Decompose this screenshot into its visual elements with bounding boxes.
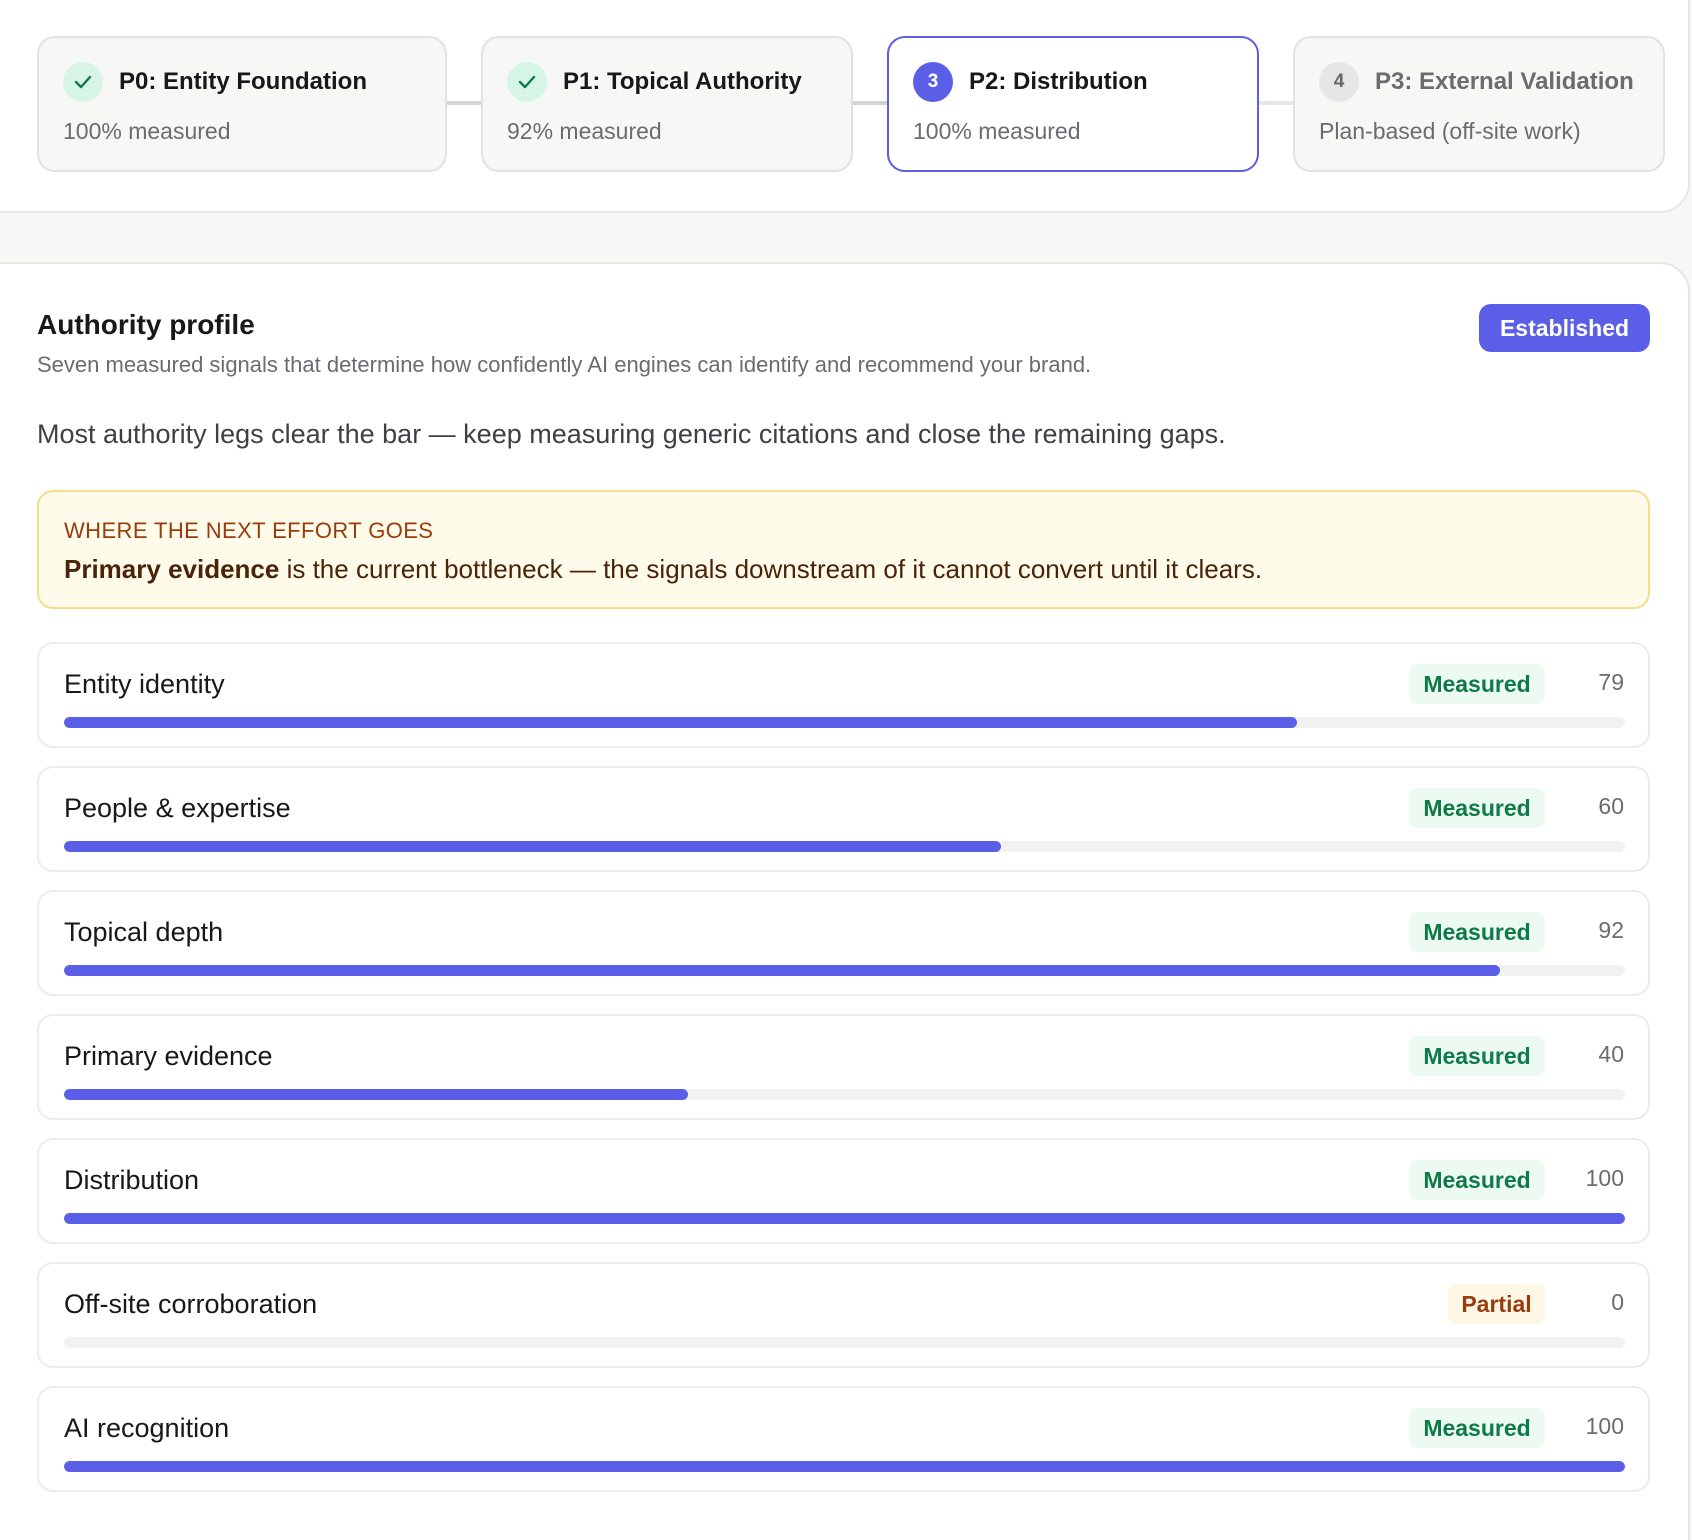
signal-row: Distribution Measured 100 [37,1138,1650,1244]
signal-progress-fill [64,841,1001,852]
signal-status-badge: Measured [1409,1036,1545,1076]
profile-summary: Most authority legs clear the bar — keep… [37,419,1226,449]
step-number-badge: 4 [1319,62,1359,102]
signal-progress-track [64,1461,1625,1472]
phase-connector [853,101,887,105]
phase-step-p0[interactable]: P0: Entity Foundation 100% measured [37,36,447,172]
section-description: Seven measured signals that determine ho… [37,352,1092,377]
signal-status-badge: Measured [1409,1408,1545,1448]
status-badge: Established [1479,304,1650,352]
phase-title: P1: Topical Authority [563,68,802,95]
phase-step-p2[interactable]: 3 P2: Distribution 100% measured [887,36,1259,172]
signal-score: 92 [1598,917,1624,943]
signal-name: Topical depth [64,917,224,947]
phase-subtitle: 100% measured [913,118,1081,144]
signal-status-badge: Measured [1409,912,1545,952]
signal-row: People & expertise Measured 60 [37,766,1650,872]
phase-step-p1[interactable]: P1: Topical Authority 92% measured [481,36,853,172]
section-title: Authority profile [37,309,255,340]
signal-status-badge: Partial [1448,1284,1545,1324]
signal-progress-track [64,1213,1625,1224]
signal-row: Entity identity Measured 79 [37,642,1650,748]
phase-connector [447,101,481,105]
check-icon [507,62,547,102]
signal-score: 60 [1598,793,1624,819]
signal-score: 100 [1585,1413,1624,1439]
signal-row: AI recognition Measured 100 [37,1386,1650,1492]
phase-title: P0: Entity Foundation [119,68,367,95]
signal-score: 79 [1598,669,1624,695]
signal-progress-fill [64,1213,1625,1224]
signal-name: Primary evidence [64,1041,273,1071]
callout-label: WHERE THE NEXT EFFORT GOES [64,518,434,543]
signal-progress-fill [64,965,1501,976]
signal-progress-track [64,717,1625,728]
signal-row: Topical depth Measured 92 [37,890,1650,996]
signal-progress-track [64,1337,1625,1348]
signal-status-badge: Measured [1409,1160,1545,1200]
signal-row: Off-site corroboration Partial 0 [37,1262,1650,1368]
signal-score: 0 [1611,1289,1624,1315]
signal-score: 40 [1598,1041,1624,1067]
phase-subtitle: Plan-based (off-site work) [1319,118,1581,144]
next-effort-callout: WHERE THE NEXT EFFORT GOES Primary evide… [37,490,1650,609]
phase-subtitle: 100% measured [63,118,231,144]
phase-subtitle: 92% measured [507,118,662,144]
signal-progress-track [64,965,1625,976]
signal-progress-track [64,841,1625,852]
signal-progress-track [64,1089,1625,1100]
signal-row: Primary evidence Measured 40 [37,1014,1650,1120]
step-number-badge: 3 [913,62,953,102]
signal-score: 100 [1585,1165,1624,1191]
signal-name: People & expertise [64,793,291,823]
signal-progress-fill [64,717,1298,728]
check-icon [63,62,103,102]
phase-title: P2: Distribution [969,68,1148,95]
phase-connector [1259,101,1293,105]
signal-name: AI recognition [64,1413,230,1443]
signal-name: Distribution [64,1165,200,1195]
phase-step-p3[interactable]: 4 P3: External Validation Plan-based (of… [1293,36,1665,172]
signal-progress-fill [64,1461,1625,1472]
signal-status-badge: Measured [1409,788,1545,828]
phase-title: P3: External Validation [1375,68,1634,95]
signal-status-badge: Measured [1409,664,1545,704]
signal-name: Off-site corroboration [64,1289,318,1319]
callout-emphasis: Primary evidence [64,554,280,584]
signal-name: Entity identity [64,669,225,699]
callout-body: is the current bottleneck — the signals … [279,554,1263,584]
signal-progress-fill [64,1089,689,1100]
callout-text: Primary evidence is the current bottlene… [64,554,1262,585]
